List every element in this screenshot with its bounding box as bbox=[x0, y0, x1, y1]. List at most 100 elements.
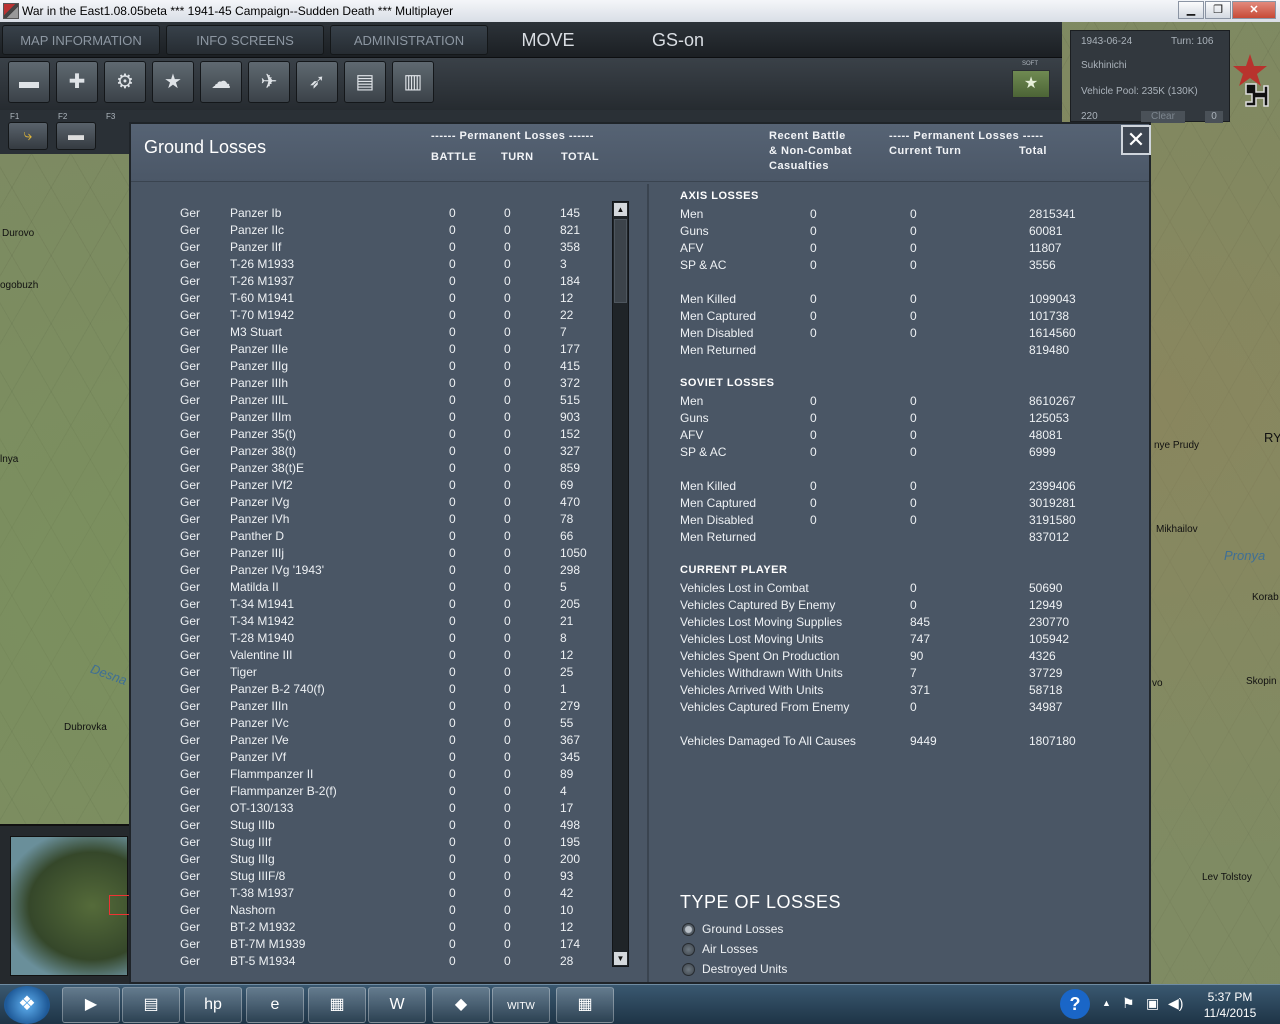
tab-map-information[interactable]: MAP INFORMATION bbox=[2, 25, 160, 55]
settings-button[interactable]: ⚙ bbox=[104, 61, 146, 103]
unit-battle: 0 bbox=[449, 869, 456, 883]
taskbar-word[interactable]: W bbox=[368, 987, 426, 1023]
total-value: 3191580 bbox=[1029, 513, 1076, 527]
unit-button[interactable]: ▬ bbox=[8, 61, 50, 103]
unit-turn: 0 bbox=[504, 206, 511, 220]
loss-summary-row: Men Returned 837012 bbox=[649, 530, 1149, 547]
minimap-view[interactable] bbox=[10, 836, 135, 976]
weather-button[interactable]: ☁ bbox=[200, 61, 242, 103]
unit-nation: Ger bbox=[180, 937, 201, 951]
loss-summary-row: Men 0 0 2815341 bbox=[649, 207, 1149, 224]
recent-value: 0 bbox=[810, 496, 817, 510]
total-value: 58718 bbox=[1029, 683, 1063, 697]
tab-administration[interactable]: ADMINISTRATION bbox=[330, 25, 488, 55]
unit-nation: Ger bbox=[180, 750, 201, 764]
rocket-button[interactable]: ➶ bbox=[296, 61, 338, 103]
rocket-icon: ➶ bbox=[308, 71, 326, 93]
taskbar-hp-app[interactable]: hp bbox=[184, 987, 242, 1023]
unit-battle: 0 bbox=[449, 716, 456, 730]
close-window-button[interactable]: ✕ bbox=[1232, 1, 1276, 19]
scroll-up-arrow-icon[interactable]: ▲ bbox=[614, 203, 627, 216]
radio-dot[interactable] bbox=[682, 923, 695, 936]
map-label: ogobuzh bbox=[0, 280, 39, 291]
tray-expand-icon[interactable]: ▲ bbox=[1102, 998, 1111, 1008]
unit-name: Panzer IIIg bbox=[230, 359, 289, 373]
clock[interactable]: 5:37 PM 11/4/2015 bbox=[1186, 989, 1274, 1021]
dialog-close-button[interactable]: ✕ bbox=[1121, 125, 1151, 155]
report-button[interactable]: ▥ bbox=[392, 61, 434, 103]
unit-name: OT-130/133 bbox=[230, 801, 294, 815]
unit-name: BT-2 M1932 bbox=[230, 920, 296, 934]
scroll-thumb[interactable] bbox=[614, 219, 627, 303]
unit-total: 55 bbox=[560, 716, 574, 730]
total-value: 12949 bbox=[1029, 598, 1063, 612]
unit-total: 205 bbox=[560, 597, 581, 611]
tab-info-screens[interactable]: INFO SCREENS bbox=[166, 25, 324, 55]
taskbar-media-player[interactable]: ▶ bbox=[62, 987, 120, 1023]
unit-turn: 0 bbox=[504, 903, 511, 917]
radio-dot[interactable] bbox=[682, 943, 695, 956]
unit-battle: 0 bbox=[449, 461, 456, 475]
current-turn-value: 90 bbox=[910, 649, 924, 663]
minimap[interactable] bbox=[0, 824, 135, 984]
unit-battle: 0 bbox=[449, 801, 456, 815]
move-mode-label[interactable]: MOVE bbox=[500, 25, 596, 55]
gs-on-label[interactable]: GS-on bbox=[630, 25, 726, 55]
unit-total: 470 bbox=[560, 495, 581, 509]
unit-name: Panzer IIIL bbox=[230, 393, 289, 407]
network-icon[interactable]: ▣ bbox=[1146, 995, 1159, 1012]
unit-turn: 0 bbox=[504, 512, 511, 526]
soft-button[interactable]: ★ bbox=[1012, 70, 1050, 98]
close-icon: ✕ bbox=[1126, 127, 1146, 152]
taskbar-network-app[interactable]: ▦ bbox=[308, 987, 366, 1023]
current-turn-value: 0 bbox=[910, 428, 917, 442]
f1-button[interactable]: ⤷ bbox=[8, 122, 48, 150]
unit-battle: 0 bbox=[449, 920, 456, 934]
unit-icon: ▬ bbox=[19, 71, 39, 93]
volume-icon[interactable]: ◀) bbox=[1168, 995, 1183, 1012]
flag-icon[interactable]: ⚑ bbox=[1122, 995, 1135, 1012]
air-mission-button[interactable]: ✈ bbox=[248, 61, 290, 103]
unit-nation: Ger bbox=[180, 954, 201, 968]
recent-value: 0 bbox=[810, 394, 817, 408]
radio-dot[interactable] bbox=[682, 963, 695, 976]
leaders-button[interactable]: ★ bbox=[152, 61, 194, 103]
unit-battle: 0 bbox=[449, 852, 456, 866]
unit-total: 66 bbox=[560, 529, 574, 543]
unit-battle: 0 bbox=[449, 410, 456, 424]
unit-nation: Ger bbox=[180, 206, 201, 220]
unit-nation: Ger bbox=[180, 410, 201, 424]
minimize-button[interactable]: ▁ bbox=[1178, 1, 1204, 19]
map-label: Korab bbox=[1252, 592, 1279, 603]
unit-nation: Ger bbox=[180, 257, 201, 271]
restore-button[interactable]: ❐ bbox=[1205, 1, 1231, 19]
unit-turn: 0 bbox=[504, 376, 511, 390]
f2-button[interactable]: ▬ bbox=[56, 122, 96, 150]
total-value: 125053 bbox=[1029, 411, 1070, 425]
unit-battle: 0 bbox=[449, 784, 456, 798]
unit-name: Panzer IVg '1943' bbox=[230, 563, 324, 577]
fkey-label: F2 bbox=[58, 112, 68, 121]
scroll-down-arrow-icon[interactable]: ▼ bbox=[614, 952, 627, 965]
taskbar-calculator[interactable]: ▦ bbox=[556, 987, 614, 1023]
help-icon[interactable]: ? bbox=[1060, 989, 1090, 1019]
extra-value: 220 bbox=[1081, 111, 1098, 122]
taskbar-file-explorer[interactable]: ▤ bbox=[122, 987, 180, 1023]
unit-turn: 0 bbox=[504, 954, 511, 968]
vehicle-label: Vehicles Lost Moving Units bbox=[680, 632, 824, 646]
unit-total: 298 bbox=[560, 563, 581, 577]
unit-nation: Ger bbox=[180, 903, 201, 917]
add-unit-button[interactable]: ✚ bbox=[56, 61, 98, 103]
start-button[interactable]: ❖ bbox=[4, 986, 50, 1024]
vehicle-label: Vehicles Lost in Combat bbox=[680, 581, 809, 595]
clipboard-button[interactable]: ▤ bbox=[344, 61, 386, 103]
unit-battle: 0 bbox=[449, 903, 456, 917]
unit-name: Panzer IIIj bbox=[230, 546, 285, 560]
unit-nation: Ger bbox=[180, 240, 201, 254]
list-scrollbar[interactable]: ▲ ▼ bbox=[612, 201, 629, 967]
loss-summary-row: Men Captured 0 0 3019281 bbox=[649, 496, 1149, 513]
taskbar-witw[interactable]: WITW bbox=[492, 987, 550, 1023]
taskbar-game-app[interactable]: ◆ bbox=[432, 987, 490, 1023]
taskbar-internet-explorer[interactable]: e bbox=[246, 987, 304, 1023]
loss-label: Men bbox=[680, 207, 704, 221]
